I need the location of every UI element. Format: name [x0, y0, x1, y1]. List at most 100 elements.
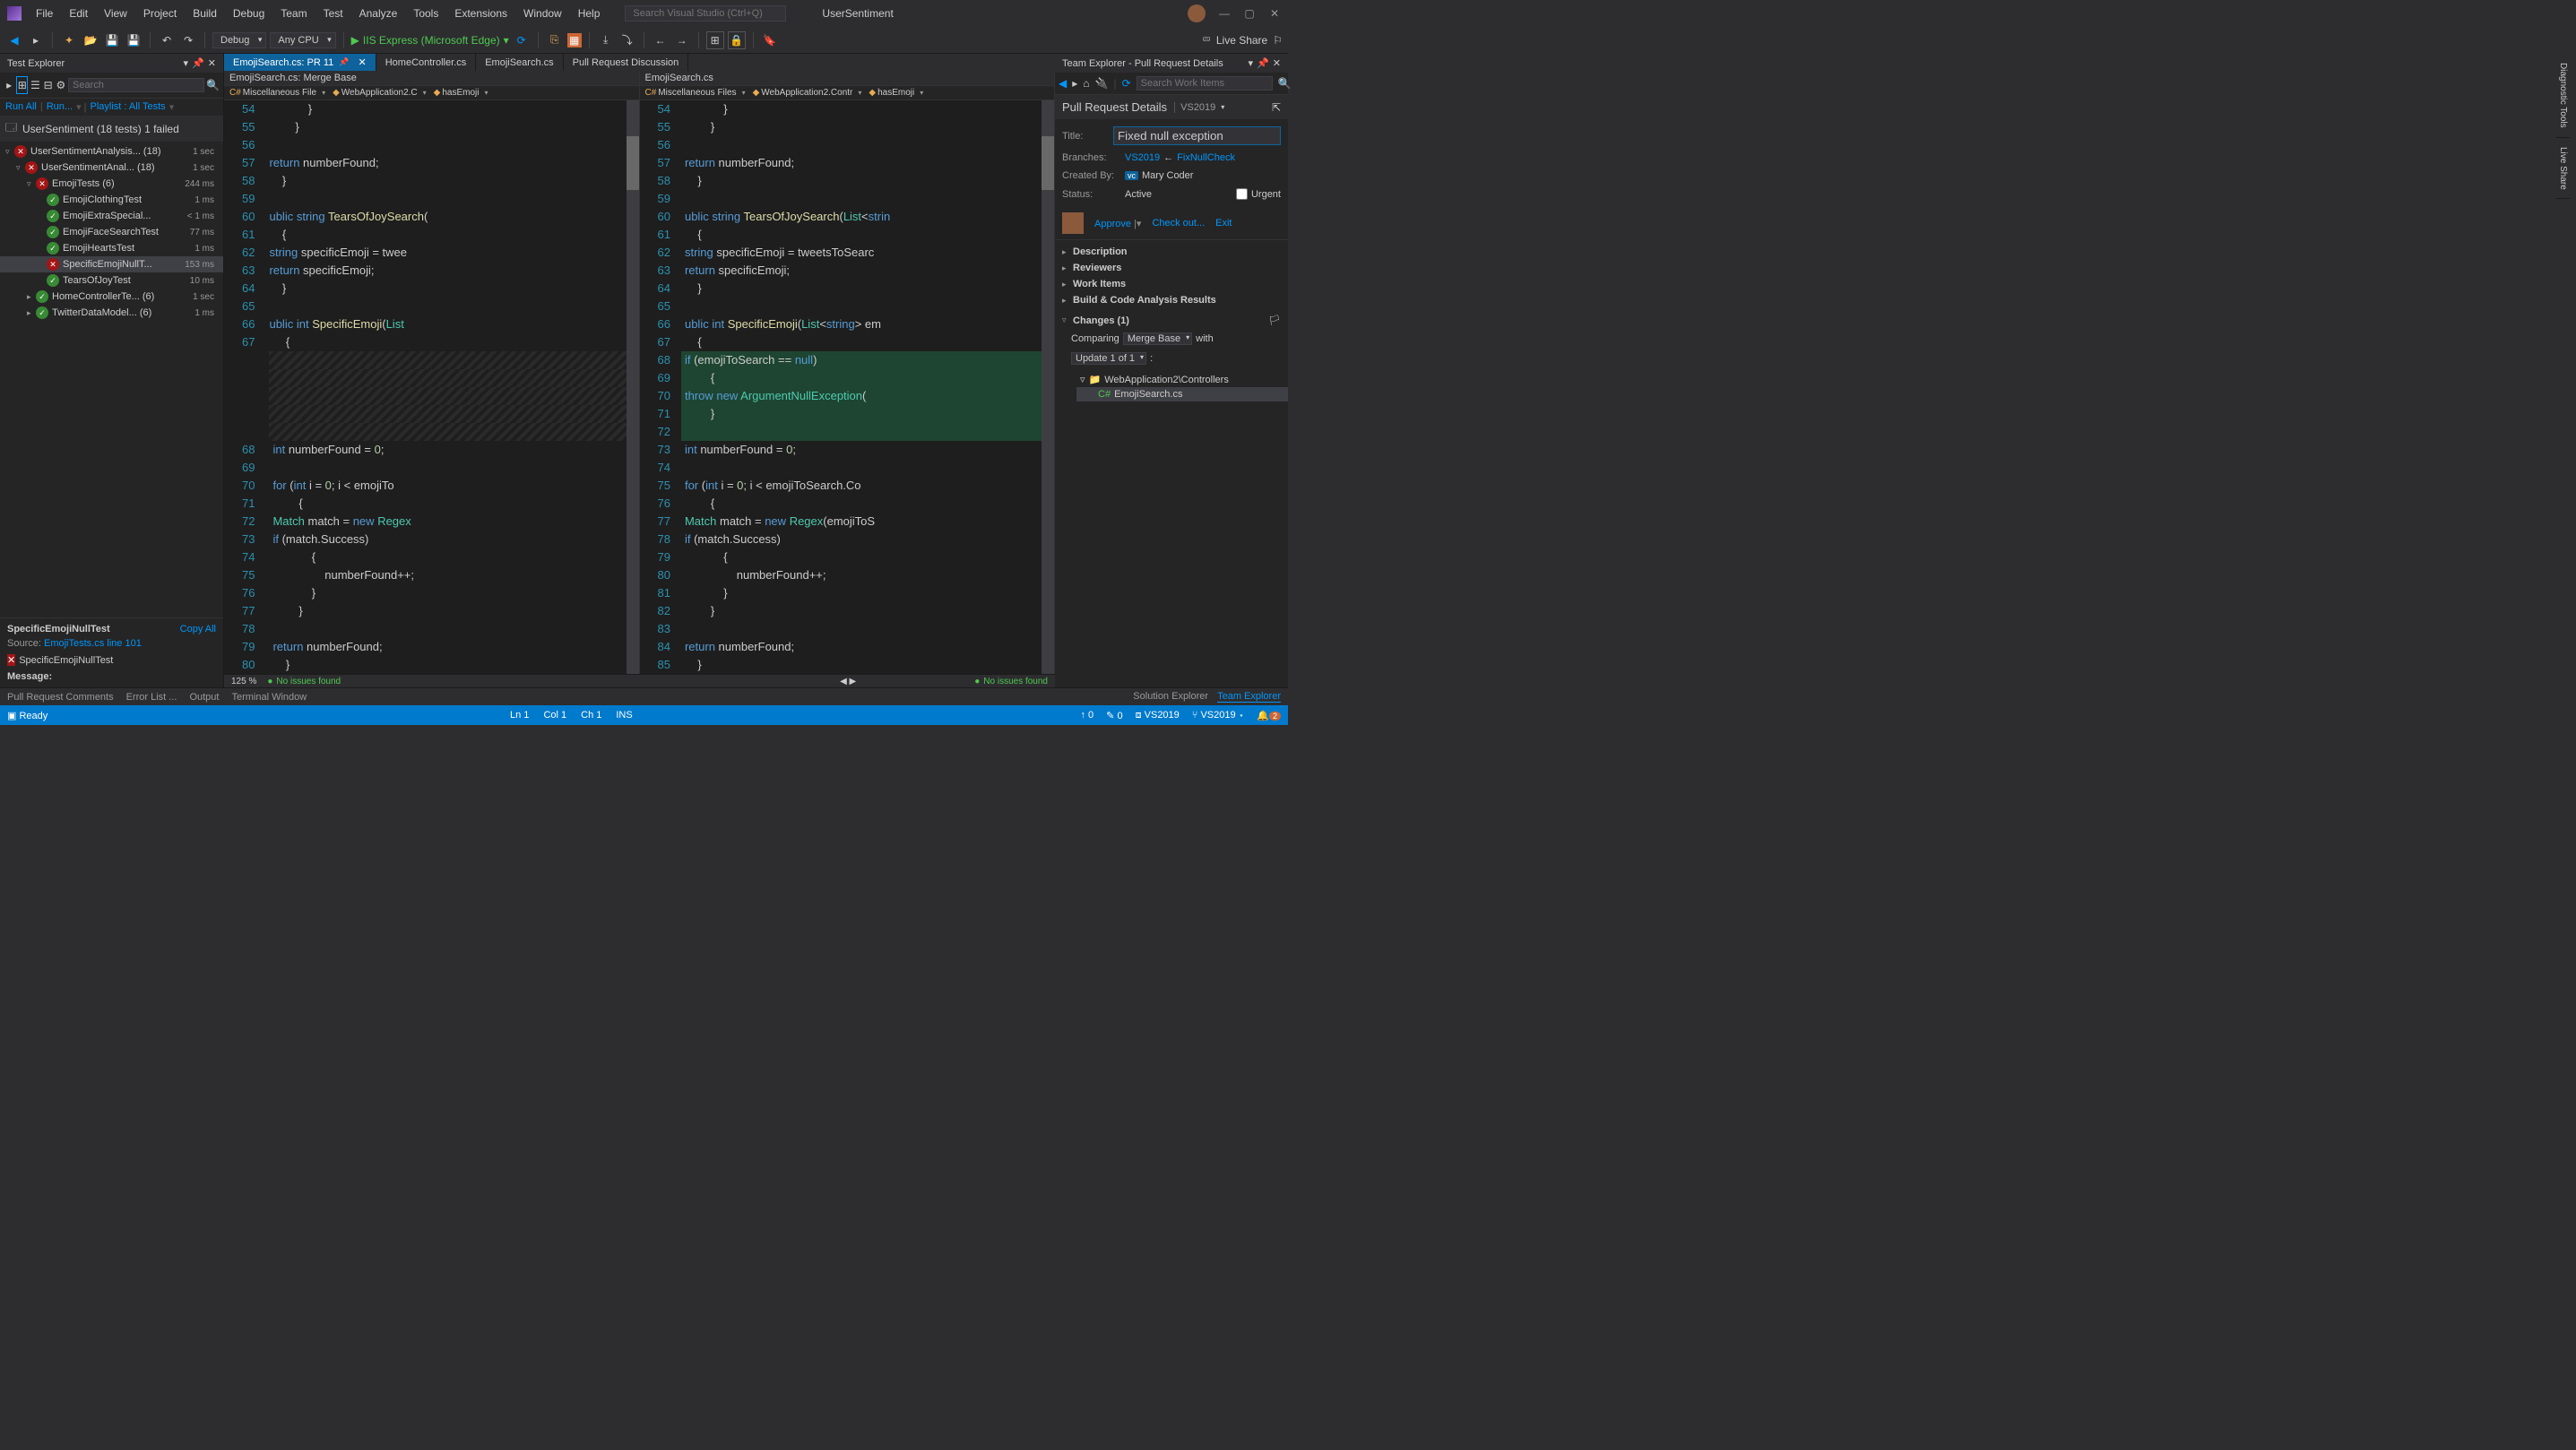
test-node[interactable]: ✕SpecificEmojiNullT...153 ms	[0, 256, 223, 272]
col-indicator[interactable]: Col 1	[543, 710, 566, 721]
tab-emojisearch-cs[interactable]: EmojiSearch.cs	[476, 54, 563, 71]
quick-launch-input[interactable]	[625, 5, 786, 22]
scrollbar[interactable]	[627, 100, 639, 674]
run-all-link[interactable]: Run All	[5, 101, 37, 113]
compare-base-dropdown[interactable]: Merge Base	[1123, 332, 1192, 345]
file-node[interactable]: C#EmojiSearch.cs	[1076, 387, 1288, 401]
forward-icon[interactable]: ▸	[27, 31, 45, 49]
source-branch-link[interactable]: FixNullCheck	[1177, 152, 1235, 163]
playlist-link[interactable]: Playlist : All Tests	[91, 101, 166, 113]
refresh-icon[interactable]: ⟳	[1122, 76, 1131, 91]
pr-title-input[interactable]	[1113, 126, 1281, 145]
user-avatar-icon[interactable]	[1188, 4, 1206, 22]
menu-help[interactable]: Help	[571, 4, 608, 23]
test-node[interactable]: ✓TearsOfJoyTest10 ms	[0, 272, 223, 289]
approve-link[interactable]: Approve |▾	[1094, 218, 1141, 229]
no-issues-indicator-right[interactable]: ● No issues found	[974, 677, 1048, 686]
char-indicator[interactable]: Ch 1	[581, 710, 601, 721]
run-failed-icon[interactable]: ▸	[4, 76, 14, 94]
urgent-checkbox[interactable]	[1236, 188, 1248, 200]
test-node[interactable]: ▸✓TwitterDataModel... (6)1 ms	[0, 305, 223, 321]
btab-terminal-window[interactable]: Terminal Window	[231, 692, 307, 703]
forward-icon[interactable]: ▸	[1072, 76, 1077, 91]
test-node[interactable]: ✓EmojiClothingTest1 ms	[0, 192, 223, 208]
feedback-icon[interactable]: ⚐	[1273, 34, 1283, 47]
start-button[interactable]: ▶ IIS Express (Microsoft Edge) ▾	[351, 34, 509, 47]
live-share-button[interactable]: Live Share	[1216, 34, 1267, 47]
refresh-icon[interactable]: ⟳	[513, 31, 531, 49]
run-link[interactable]: Run...	[47, 101, 73, 113]
plug-icon[interactable]: 🔌	[1095, 76, 1109, 91]
breadcrumb-item[interactable]: C# Miscellaneous File	[229, 88, 325, 98]
btab-error-list-[interactable]: Error List ...	[126, 692, 177, 703]
btab-solution-explorer[interactable]: Solution Explorer	[1133, 691, 1208, 703]
ins-indicator[interactable]: INS	[616, 710, 632, 721]
nav-fwd-icon[interactable]: →	[673, 31, 691, 49]
menu-analyze[interactable]: Analyze	[352, 4, 405, 23]
test-node[interactable]: ▸✓HomeControllerTe... (6)1 sec	[0, 289, 223, 305]
menu-view[interactable]: View	[97, 4, 134, 23]
pin-icon[interactable]: 📌	[1257, 57, 1269, 69]
back-icon[interactable]: ◀	[5, 31, 23, 49]
edit-indicator[interactable]: ✎ 0	[1106, 710, 1122, 721]
close-panel-icon[interactable]: ✕	[1273, 57, 1281, 69]
no-issues-indicator[interactable]: ● No issues found	[267, 677, 341, 686]
branch-indicator[interactable]: ⑂ VS2019 ▾	[1192, 710, 1244, 721]
breadcrumb-item[interactable]: ◆ hasEmoji	[869, 88, 923, 98]
menu-extensions[interactable]: Extensions	[447, 4, 514, 23]
menu-edit[interactable]: Edit	[62, 4, 95, 23]
target-branch-link[interactable]: VS2019	[1125, 152, 1160, 163]
dropdown-icon[interactable]: ▾	[184, 57, 189, 69]
checkout-link[interactable]: Check out...	[1152, 218, 1205, 229]
section-description[interactable]: ▸Description	[1055, 244, 1288, 260]
save-icon[interactable]: 💾	[103, 31, 121, 49]
repo-indicator[interactable]: ⧈ VS2019	[1136, 710, 1180, 721]
redo-icon[interactable]: ↷	[179, 31, 197, 49]
test-node[interactable]: ▿✕UserSentimentAnalysis... (18)1 sec	[0, 143, 223, 160]
breadcrumb-item[interactable]: ◆ WebApplication2.Contr	[753, 88, 862, 98]
btab-team-explorer[interactable]: Team Explorer	[1217, 691, 1281, 703]
save-all-icon[interactable]: 💾	[125, 31, 143, 49]
folder-node[interactable]: ▿📁WebApplication2\Controllers	[1076, 372, 1288, 387]
changes-section[interactable]: Changes (1)	[1073, 315, 1129, 326]
close-icon[interactable]: ✕	[359, 56, 367, 68]
menu-window[interactable]: Window	[516, 4, 569, 23]
undo-icon[interactable]: ↶	[158, 31, 176, 49]
config-dropdown[interactable]: Debug	[212, 32, 266, 48]
test-node[interactable]: ✓EmojiHeartsTest1 ms	[0, 240, 223, 256]
filter-icon[interactable]: ☰	[30, 76, 40, 94]
btab-pull-request-comments[interactable]: Pull Request Comments	[7, 692, 114, 703]
browser-link-icon[interactable]: ⎘	[546, 31, 564, 49]
lock-icon[interactable]: 🔒	[728, 31, 746, 49]
breadcrumb-item[interactable]: C# Miscellaneous Files	[645, 88, 746, 98]
exit-link[interactable]: Exit	[1215, 218, 1232, 229]
menu-debug[interactable]: Debug	[226, 4, 272, 23]
menu-test[interactable]: Test	[316, 4, 350, 23]
step-icon[interactable]: ⤓	[597, 31, 615, 49]
live-share-icon[interactable]: ⮹	[1202, 33, 1211, 47]
section-reviewers[interactable]: ▸Reviewers	[1055, 260, 1288, 276]
project-name[interactable]: VS2019	[1174, 102, 1215, 113]
new-project-icon[interactable]: ✦	[60, 31, 78, 49]
pin-icon[interactable]: 📌	[339, 57, 349, 67]
section-work-items[interactable]: ▸Work Items	[1055, 276, 1288, 292]
menu-team[interactable]: Team	[273, 4, 314, 23]
hierarchy-icon[interactable]: ⊟	[43, 76, 54, 94]
code-editor-right[interactable]: 5455565758596061626364656667686970717273…	[640, 100, 1055, 674]
test-node[interactable]: ✓EmojiExtraSpecial...< 1 ms	[0, 208, 223, 224]
menu-build[interactable]: Build	[186, 4, 224, 23]
push-indicator[interactable]: ↑ 0	[1080, 710, 1094, 721]
scrollbar[interactable]	[1042, 100, 1054, 674]
copy-all-link[interactable]: Copy All	[180, 624, 216, 634]
search-icon[interactable]: 🔍	[1278, 76, 1292, 91]
test-node[interactable]: ▿✕EmojiTests (6)244 ms	[0, 176, 223, 192]
close-icon[interactable]: ✕	[1268, 7, 1281, 20]
vtab-diagnostic[interactable]: Diagnostic Tools	[2556, 54, 2570, 138]
test-node[interactable]: ▿✕UserSentimentAnal... (18)1 sec	[0, 160, 223, 176]
toggle1-icon[interactable]: ⊞	[706, 31, 724, 49]
vtab-liveshare[interactable]: Live Share	[2556, 138, 2570, 200]
bookmark-icon[interactable]: 🔖	[761, 31, 779, 49]
work-items-search[interactable]	[1137, 76, 1273, 91]
home-icon[interactable]: ⌂	[1083, 76, 1089, 91]
test-node[interactable]: ✓EmojiFaceSearchTest77 ms	[0, 224, 223, 240]
